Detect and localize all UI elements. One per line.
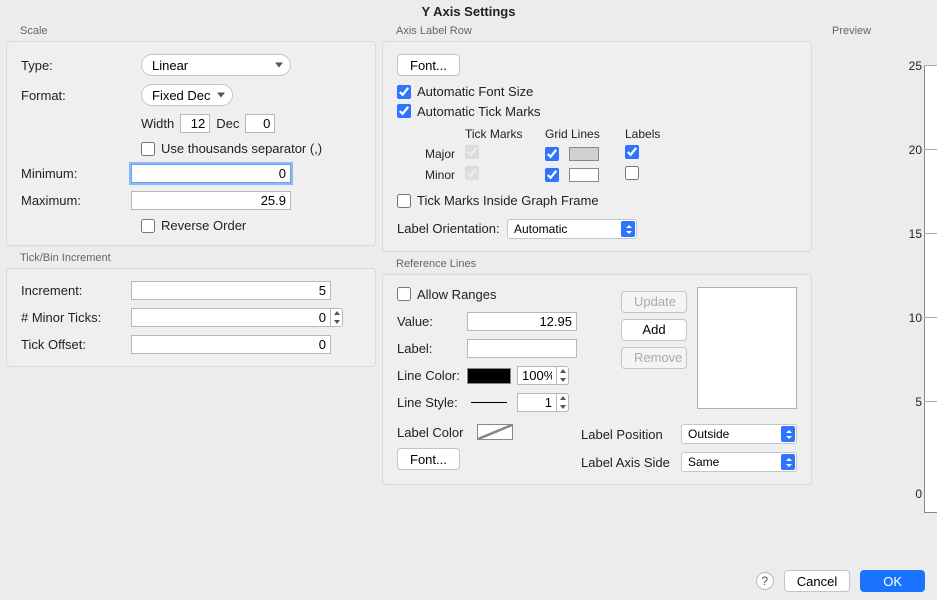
minimum-label: Minimum:: [21, 166, 111, 181]
cancel-button[interactable]: Cancel: [784, 570, 850, 592]
linecolor-label: Line Color:: [397, 368, 467, 383]
minor-grid-swatch[interactable]: [569, 168, 599, 182]
remove-button[interactable]: Remove: [621, 347, 687, 369]
minor-ticks-label: # Minor Ticks:: [21, 310, 131, 325]
minor-grid-checkbox[interactable]: [545, 168, 559, 182]
width-label: Width: [141, 116, 174, 131]
labelcolor-swatch[interactable]: [477, 424, 513, 440]
ref-label-input[interactable]: [467, 339, 577, 358]
labelcolor-label: Label Color: [397, 425, 477, 440]
linestyle-num-input[interactable]: [517, 393, 557, 412]
reverse-checkbox[interactable]: [141, 219, 155, 233]
increment-input[interactable]: [131, 281, 331, 300]
format-label: Format:: [21, 88, 111, 103]
major-labels-checkbox[interactable]: [625, 145, 639, 159]
hdr-labels: Labels: [625, 127, 685, 141]
linestyle-swatch[interactable]: [467, 395, 511, 411]
auto-tick-label: Automatic Tick Marks: [417, 104, 541, 119]
major-tick-checkbox[interactable]: [465, 145, 479, 159]
preview-tick-20: 20: [909, 143, 922, 157]
window-title: Y Axis Settings: [0, 0, 937, 23]
inside-frame-label: Tick Marks Inside Graph Frame: [417, 193, 599, 208]
add-button[interactable]: Add: [621, 319, 687, 341]
preview-area: 25 20 15 10 5 0: [818, 51, 937, 531]
linecolor-swatch[interactable]: [467, 368, 511, 384]
labelpos-select[interactable]: Outside: [681, 424, 797, 444]
reverse-label: Reverse Order: [161, 218, 246, 233]
minor-ticks-input[interactable]: [131, 308, 331, 327]
axis-font-button[interactable]: Font...: [397, 54, 460, 76]
labelpos-label: Label Position: [581, 427, 681, 442]
labelside-label: Label Axis Side: [581, 455, 681, 470]
allow-ranges-checkbox[interactable]: [397, 287, 411, 301]
tick-offset-input[interactable]: [131, 335, 331, 354]
labelside-select[interactable]: Same: [681, 452, 797, 472]
tick-offset-label: Tick Offset:: [21, 337, 131, 352]
linecolor-pct-input[interactable]: [517, 366, 557, 385]
major-grid-checkbox[interactable]: [545, 147, 559, 161]
auto-tick-checkbox[interactable]: [397, 104, 411, 118]
hdr-grid: Grid Lines: [545, 127, 625, 141]
orientation-label: Label Orientation:: [397, 221, 507, 236]
increment-label: Increment:: [21, 283, 131, 298]
preview-tick-15: 15: [909, 227, 922, 241]
auto-font-checkbox[interactable]: [397, 85, 411, 99]
orientation-select[interactable]: Automatic: [507, 219, 637, 239]
preview-bar: [924, 65, 937, 513]
scale-group-label: Scale: [6, 25, 376, 37]
minor-tick-checkbox[interactable]: [465, 166, 479, 180]
thousands-checkbox[interactable]: [141, 142, 155, 156]
auto-font-label: Automatic Font Size: [417, 84, 533, 99]
minor-row-label: Minor: [397, 168, 465, 182]
type-label: Type:: [21, 58, 111, 73]
major-grid-swatch[interactable]: [569, 147, 599, 161]
dec-input[interactable]: [245, 114, 275, 133]
ref-font-button[interactable]: Font...: [397, 448, 460, 470]
ok-button[interactable]: OK: [860, 570, 925, 592]
linestyle-label: Line Style:: [397, 395, 467, 410]
dec-label: Dec: [216, 116, 239, 131]
help-icon[interactable]: ?: [756, 572, 774, 590]
minimum-input[interactable]: [131, 164, 291, 183]
tick-group-label: Tick/Bin Increment: [6, 252, 376, 264]
ref-value-label: Value:: [397, 314, 467, 329]
linestyle-num-stepper[interactable]: [557, 393, 569, 412]
format-select[interactable]: Fixed Dec: [141, 84, 233, 106]
ref-group-label: Reference Lines: [382, 258, 812, 270]
hdr-tick: Tick Marks: [465, 127, 545, 141]
ref-label-label: Label:: [397, 341, 467, 356]
minor-labels-checkbox[interactable]: [625, 166, 639, 180]
thousands-label: Use thousands separator (,): [161, 141, 322, 156]
preview-tick-5: 5: [915, 395, 922, 409]
ref-value-input[interactable]: [467, 312, 577, 331]
update-button[interactable]: Update: [621, 291, 687, 313]
minor-ticks-stepper[interactable]: [331, 308, 343, 327]
preview-group-label: Preview: [818, 25, 937, 37]
width-input[interactable]: [180, 114, 210, 133]
preview-tick-10: 10: [909, 311, 922, 325]
type-select[interactable]: Linear: [141, 54, 291, 76]
maximum-label: Maximum:: [21, 193, 111, 208]
axis-group-label: Axis Label Row: [382, 25, 812, 37]
linecolor-pct-stepper[interactable]: [557, 366, 569, 385]
inside-frame-checkbox[interactable]: [397, 194, 411, 208]
ref-preview-box: [697, 287, 797, 409]
allow-ranges-label: Allow Ranges: [417, 287, 497, 302]
maximum-input[interactable]: [131, 191, 291, 210]
major-row-label: Major: [397, 147, 465, 161]
preview-tick-25: 25: [909, 59, 922, 73]
preview-tick-0: 0: [915, 487, 922, 501]
